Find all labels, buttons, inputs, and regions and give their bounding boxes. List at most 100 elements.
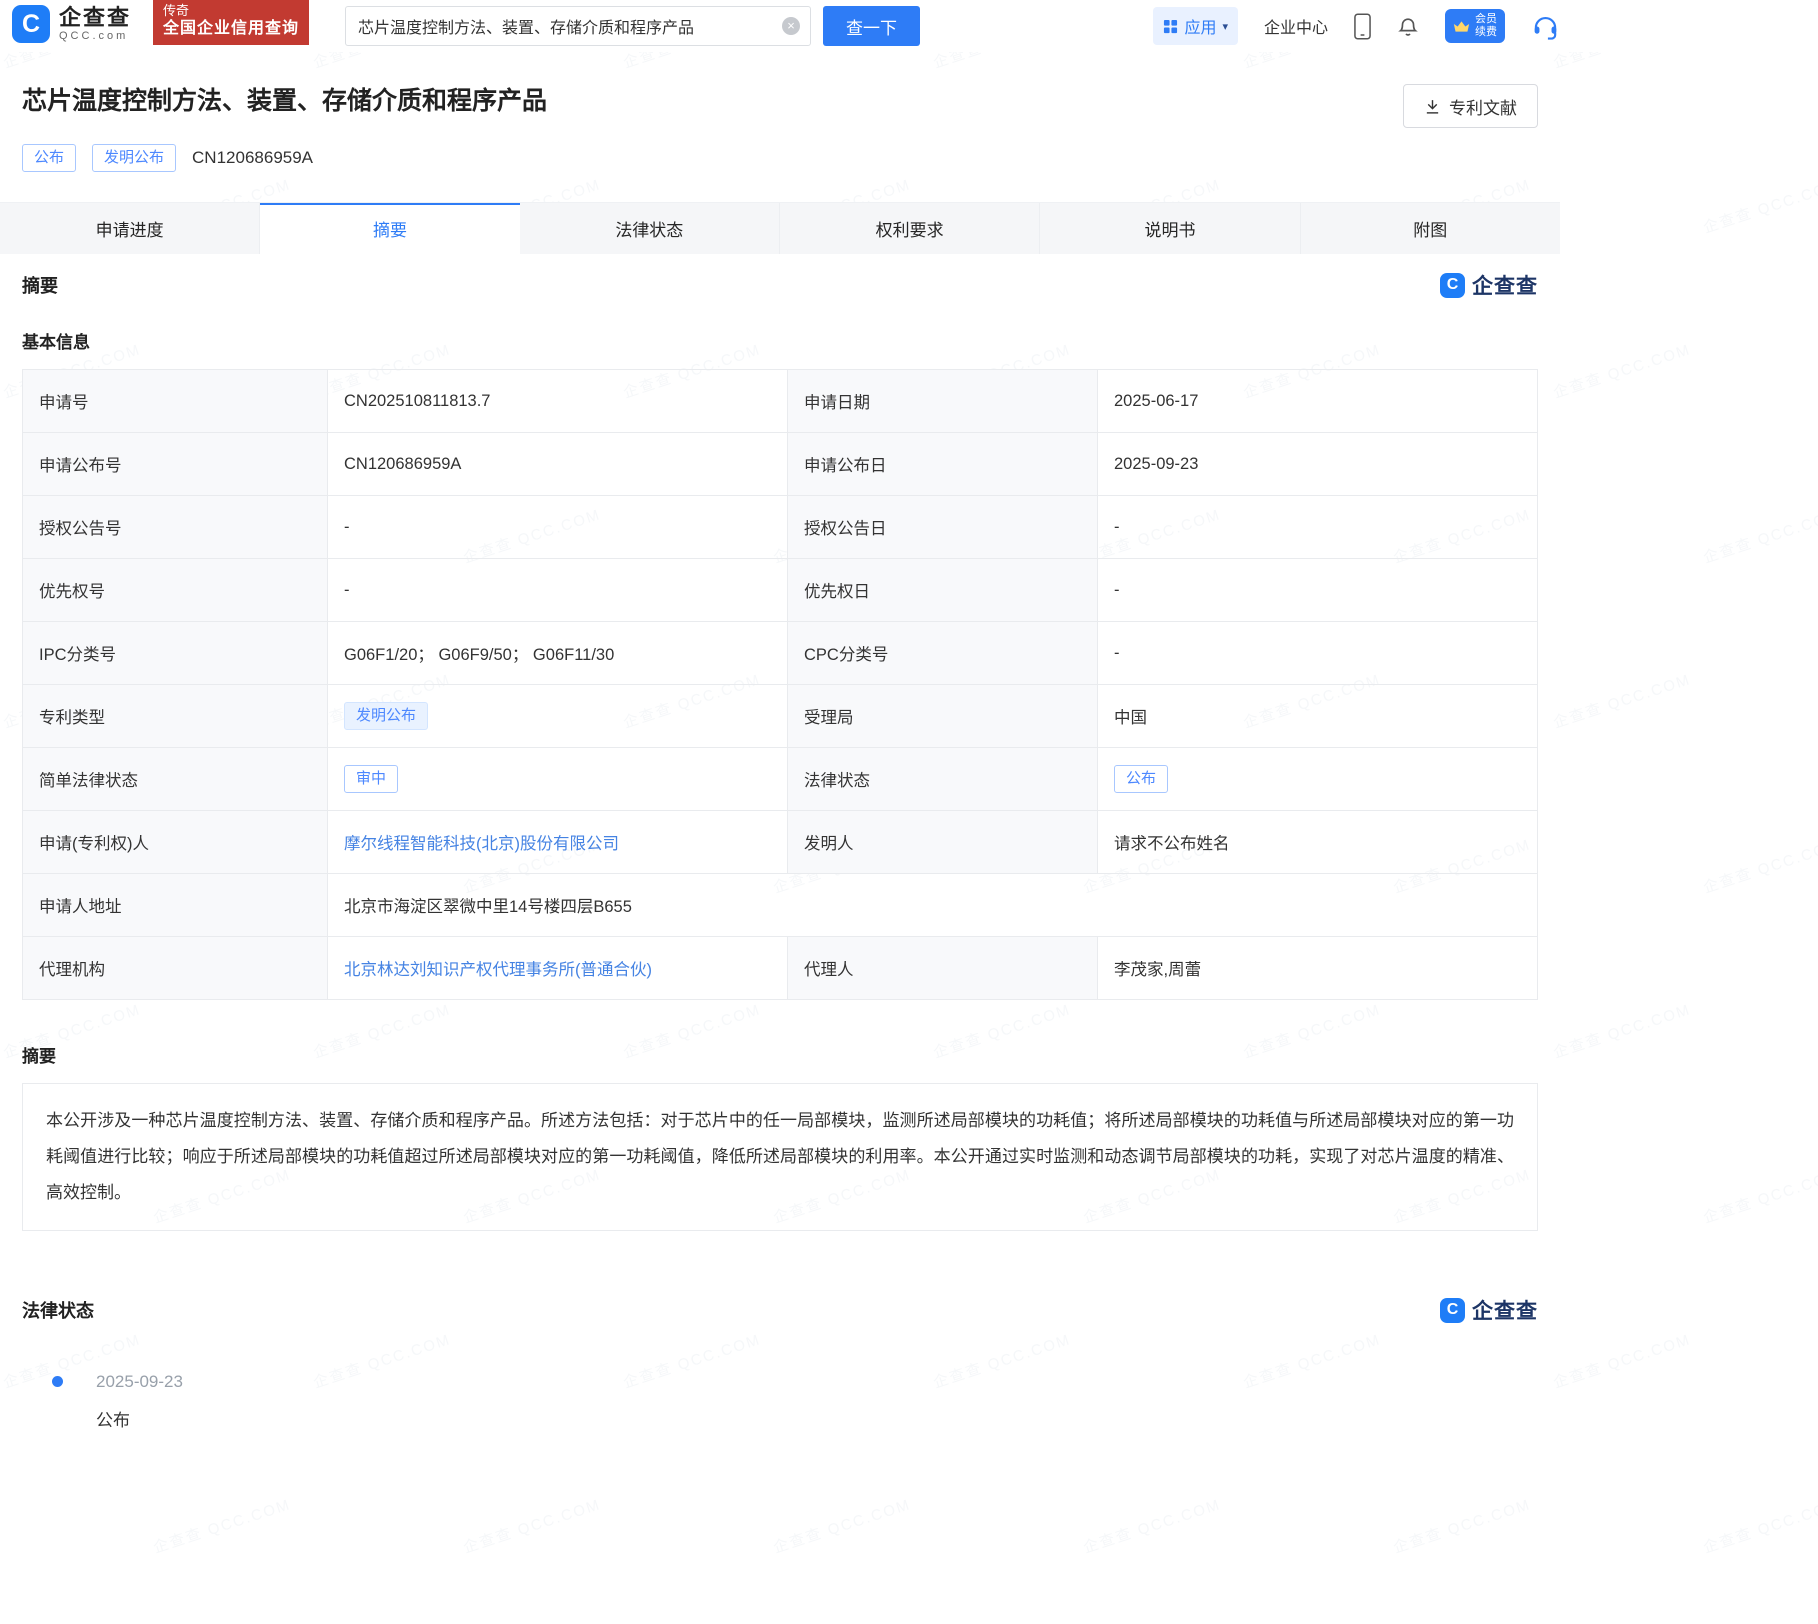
main-content: 摘要 C 企查查 基本信息 申请号 CN202510811813.7 申请日期 … [0,270,1560,1431]
patent-document-label: 专利文献 [1449,94,1517,119]
nav-enterprise-center[interactable]: 企业中心 [1264,14,1328,38]
value-applicant: 摩尔线程智能科技(北京)股份有限公司 [328,811,788,874]
value-priority-number: - [328,559,788,622]
label-priority-date: 优先权日 [788,559,1098,622]
value-publication-number: CN120686959A [328,433,788,496]
qcc-logo[interactable]: C 企查查 QCC.com [12,5,131,43]
value-application-number: CN202510811813.7 [328,370,788,433]
patent-document-button[interactable]: 专利文献 [1403,84,1538,128]
table-row: 申请(专利权)人 摩尔线程智能科技(北京)股份有限公司 发明人 请求不公布姓名 [23,811,1538,874]
value-applicant-address: 北京市海淀区翠微中里14号楼四层B655 [328,874,1538,937]
patent-tag-row: 公布 发明公布 CN120686959A [0,128,1818,172]
label-priority-number: 优先权号 [23,559,328,622]
timeline-item: 2025-09-23 公布 [52,1371,1538,1431]
customer-service-icon[interactable] [1531,12,1560,41]
label-grant-date: 授权公告日 [788,496,1098,559]
timeline-date: 2025-09-23 [96,1371,1538,1393]
tab-summary[interactable]: 摘要 [260,203,519,254]
label-publication-number: 申请公布号 [23,433,328,496]
value-patent-type: 发明公布 [328,685,788,748]
label-application-number: 申请号 [23,370,328,433]
clear-search-icon[interactable]: × [782,17,800,35]
detail-tabs: 申请进度 摘要 法律状态 权利要求 说明书 附图 [0,202,1560,254]
label-legal-status: 法律状态 [788,748,1098,811]
patent-title-row: 芯片温度控制方法、装置、存储介质和程序产品 专利文献 [0,52,1560,128]
qcc-logo-glyph: C [22,10,40,39]
basic-info-heading: 基本信息 [22,328,1538,353]
top-header: C 企查查 QCC.com 传奇 全国企业信用查询 × 查一下 应用 ▾ [0,0,1818,52]
tab-description[interactable]: 说明书 [1040,203,1300,254]
table-row: 优先权号 - 优先权日 - [23,559,1538,622]
table-row: IPC分类号 G06F1/20； G06F9/50； G06F11/30 CPC… [23,622,1538,685]
value-receiving-office: 中国 [1098,685,1538,748]
header-nav: 应用 ▾ 企业中心 会员 续费 [1153,0,1560,52]
notification-bell-icon[interactable] [1397,15,1419,38]
qcc-brand-icon: C [1440,1298,1465,1323]
value-grant-date: - [1098,496,1538,559]
page-title: 芯片温度控制方法、装置、存储介质和程序产品 [22,84,547,118]
qcc-brand-text: 企查查 [1472,270,1538,300]
tab-application-progress[interactable]: 申请进度 [0,203,260,254]
applicant-link[interactable]: 摩尔线程智能科技(北京)股份有限公司 [344,835,619,853]
label-patent-type: 专利类型 [23,685,328,748]
timeline-status: 公布 [96,1406,1538,1431]
label-agent: 代理人 [788,937,1098,1000]
qcc-brand-text: 企查查 [1472,1295,1538,1325]
basic-info-table: 申请号 CN202510811813.7 申请日期 2025-06-17 申请公… [22,369,1538,1000]
vip-renew-label: 会员 续费 [1475,13,1497,39]
value-publication-date: 2025-09-23 [1098,433,1538,496]
value-agency: 北京林达刘知识产权代理事务所(普通合伙) [328,937,788,1000]
table-row: 申请人地址 北京市海淀区翠微中里14号楼四层B655 [23,874,1538,937]
nav-apps-label: 应用 [1184,14,1216,38]
abstract-text: 本公开涉及一种芯片温度控制方法、装置、存储介质和程序产品。所述方法包括：对于芯片… [22,1083,1538,1231]
tab-legal-status[interactable]: 法律状态 [520,203,780,254]
label-publication-date: 申请公布日 [788,433,1098,496]
label-grant-number: 授权公告号 [23,496,328,559]
label-cpc-class: CPC分类号 [788,622,1098,685]
table-row: 授权公告号 - 授权公告日 - [23,496,1538,559]
table-row: 申请公布号 CN120686959A 申请公布日 2025-09-23 [23,433,1538,496]
value-inventor: 请求不公布姓名 [1098,811,1538,874]
summary-heading: 摘要 [22,272,58,298]
crown-icon [1453,20,1470,33]
agency-link[interactable]: 北京林达刘知识产权代理事务所(普通合伙) [344,961,652,979]
vip-line1: 会员 [1475,13,1497,26]
value-grant-number: - [328,496,788,559]
qcc-brand-mark: C 企查查 [1440,270,1538,300]
vip-line2: 续费 [1475,26,1497,39]
chevron-down-icon: ▾ [1222,20,1228,33]
nav-apps[interactable]: 应用 ▾ [1153,7,1238,45]
label-ipc-class: IPC分类号 [23,622,328,685]
table-row: 申请号 CN202510811813.7 申请日期 2025-06-17 [23,370,1538,433]
value-agent: 李茂家,周蕾 [1098,937,1538,1000]
vip-renew-badge[interactable]: 会员 续费 [1445,9,1505,43]
value-priority-date: - [1098,559,1538,622]
publish-status-tag: 公布 [22,144,76,172]
legal-status-tag: 公布 [1114,765,1168,793]
simple-legal-status-tag: 审中 [344,765,398,793]
value-application-date: 2025-06-17 [1098,370,1538,433]
patent-type-tag: 发明公布 [344,702,428,730]
tab-claims[interactable]: 权利要求 [780,203,1040,254]
label-inventor: 发明人 [788,811,1098,874]
search-button[interactable]: 查一下 [823,6,920,46]
table-row: 专利类型 发明公布 受理局 中国 [23,685,1538,748]
value-cpc-class: - [1098,622,1538,685]
label-agency: 代理机构 [23,937,328,1000]
promo-line2: 全国企业信用查询 [163,19,299,39]
apps-grid-icon [1163,19,1178,34]
tab-figures[interactable]: 附图 [1301,203,1560,254]
mobile-app-icon[interactable] [1354,13,1371,40]
timeline-dot [52,1376,63,1387]
search-box: × [345,6,811,46]
value-legal-status: 公布 [1098,748,1538,811]
search-input[interactable] [345,6,811,46]
label-application-date: 申请日期 [788,370,1098,433]
table-row: 简单法律状态 审中 法律状态 公布 [23,748,1538,811]
qcc-logo-icon: C [12,5,50,43]
patent-type-badge: 发明公布 [92,144,176,172]
logo-subtitle: QCC.com [59,30,131,43]
legal-status-timeline: 2025-09-23 公布 [22,1371,1538,1431]
label-receiving-office: 受理局 [788,685,1098,748]
publication-number: CN120686959A [192,148,313,168]
